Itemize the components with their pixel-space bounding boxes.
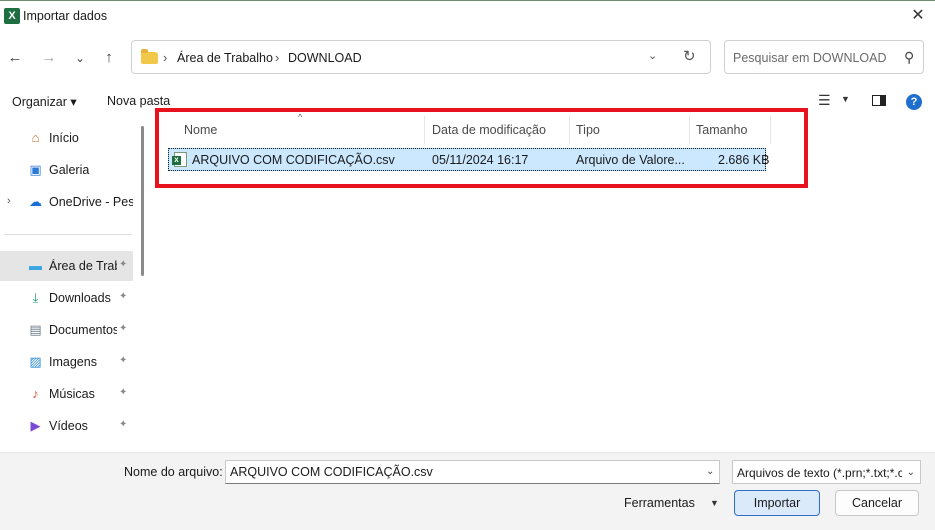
sidebar-item-label: Área de Trabalho (49, 259, 117, 273)
search-input[interactable]: Pesquisar em DOWNLOAD (733, 51, 887, 65)
divider (4, 234, 132, 235)
sort-ascending-icon: ^ (298, 112, 303, 122)
dialog-footer: Nome do arquivo: ARQUIVO COM CODIFICAÇÃO… (0, 452, 935, 530)
onedrive-icon: ☁ (29, 194, 42, 209)
refresh-icon[interactable]: ↻ (683, 47, 696, 65)
close-icon[interactable]: ✕ (907, 5, 929, 27)
file-type-value: Arquivos de texto (*.prn;*.txt;*.csv) (737, 466, 902, 480)
new-folder-button[interactable]: Nova pasta (107, 94, 170, 108)
sidebar-item-label: Imagens (49, 355, 97, 369)
chevron-down-icon[interactable]: ⌄ (648, 49, 657, 62)
chevron-down-icon[interactable]: ⌄ (907, 467, 915, 478)
filename-label: Nome do arquivo: (124, 465, 223, 479)
pin-icon: ✦ (119, 419, 128, 430)
cancel-button[interactable]: Cancelar (835, 490, 919, 516)
column-divider[interactable] (569, 116, 570, 144)
sidebar-item-home[interactable]: ⌂ Início (0, 123, 133, 153)
sidebar-item-label: Músicas (49, 387, 95, 401)
navigation-pane[interactable]: ⌂ Início ▣ Galeria › ☁ OneDrive - Pessoa… (0, 116, 150, 452)
sidebar-item-onedrive[interactable]: › ☁ OneDrive - Pessoal (0, 187, 133, 217)
file-name: ARQUIVO COM CODIFICAÇÃO.csv (192, 153, 395, 167)
file-list[interactable]: ^ Nome Data de modificação Tipo Tamanho … (150, 112, 935, 452)
filename-field[interactable]: ARQUIVO COM CODIFICAÇÃO.csv (225, 460, 720, 484)
search-icon[interactable]: ⚲ (904, 49, 914, 66)
sidebar-item-documents[interactable]: ▤ Documentos ✦ (0, 315, 133, 345)
chevron-right-icon: › (275, 50, 280, 65)
file-size: 2.686 KB (718, 153, 770, 167)
import-button[interactable]: Importar (734, 490, 820, 516)
gallery-icon: ▣ (29, 162, 42, 177)
column-divider[interactable] (424, 116, 425, 144)
pin-icon: ✦ (119, 323, 128, 334)
view-list-icon[interactable]: ☰ (818, 92, 831, 109)
file-modified: 05/11/2024 16:17 (432, 153, 529, 167)
column-header-name[interactable]: Nome (184, 123, 217, 137)
sidebar-item-music[interactable]: ♪ Músicas ✦ (0, 379, 133, 409)
search-box[interactable]: Pesquisar em DOWNLOAD ⚲ (724, 40, 924, 74)
sidebar-item-pictures[interactable]: ▨ Imagens ✦ (0, 347, 133, 377)
chevron-down-icon[interactable]: ▼ (841, 94, 850, 104)
pictures-icon: ▨ (29, 354, 42, 369)
csv-file-icon (172, 152, 187, 167)
chevron-right-icon[interactable]: › (7, 195, 11, 207)
back-arrow-icon[interactable]: ← (5, 48, 25, 68)
sidebar-scrollbar[interactable] (141, 126, 144, 276)
chevron-down-icon[interactable]: ▼ (710, 498, 719, 508)
sidebar-item-downloads[interactable]: ⤓ Downloads ✦ (0, 283, 133, 313)
column-headers: ^ Nome Data de modificação Tipo Tamanho (150, 112, 935, 144)
sidebar-item-label: Vídeos (49, 419, 88, 433)
sidebar-item-label: Downloads (49, 291, 111, 305)
breadcrumb-desktop[interactable]: Área de Trabalho (177, 51, 273, 65)
pin-icon: ✦ (119, 387, 128, 398)
sidebar-item-label: OneDrive - Pessoal (49, 195, 133, 209)
home-icon: ⌂ (31, 130, 40, 145)
forward-arrow-icon[interactable]: → (39, 48, 59, 68)
videos-icon: ▶ (30, 418, 41, 433)
window-title: Importar dados (23, 9, 108, 23)
navigation-bar: ← → ⌄ ↑ › Área de Trabalho › DOWNLOAD ⌄ … (0, 38, 935, 78)
file-type-select[interactable]: Arquivos de texto (*.prn;*.txt;*.csv) ⌄ (732, 460, 921, 484)
pin-icon: ✦ (119, 291, 128, 302)
pin-icon: ✦ (119, 355, 128, 366)
excel-icon: X (4, 8, 20, 24)
address-bar[interactable]: › Área de Trabalho › DOWNLOAD ⌄ ↻ (131, 40, 711, 74)
preview-pane-icon[interactable] (872, 95, 886, 106)
column-header-size[interactable]: Tamanho (696, 123, 747, 137)
file-type: Arquivo de Valore... (576, 153, 685, 167)
pin-icon: ✦ (119, 259, 128, 270)
sidebar-item-label: Documentos (49, 323, 117, 337)
chevron-right-icon: › (163, 50, 168, 65)
column-divider[interactable] (770, 116, 771, 144)
sidebar-item-desktop[interactable]: ▬ Área de Trabalho ✦ (0, 251, 133, 281)
chevron-down-icon[interactable]: ⌄ (706, 466, 714, 477)
sidebar-item-gallery[interactable]: ▣ Galeria (0, 155, 133, 185)
downloads-icon: ⤓ (32, 290, 39, 305)
documents-icon: ▤ (29, 322, 42, 337)
sidebar-item-label: Início (49, 131, 79, 145)
table-row[interactable]: ARQUIVO COM CODIFICAÇÃO.csv 05/11/2024 1… (168, 148, 770, 171)
tools-button[interactable]: Ferramentas (624, 496, 695, 510)
help-icon[interactable]: ? (906, 94, 922, 110)
organize-button[interactable]: Organizar ▾ (12, 94, 77, 109)
sidebar-item-videos[interactable]: ▶ Vídeos ✦ (0, 411, 133, 441)
music-icon: ♪ (32, 386, 39, 401)
column-header-type[interactable]: Tipo (576, 123, 600, 137)
column-header-modified[interactable]: Data de modificação (432, 123, 546, 137)
sidebar-item-label: Galeria (49, 163, 90, 177)
recent-locations-icon[interactable]: ⌄ (70, 48, 90, 68)
desktop-icon: ▬ (29, 258, 42, 273)
breadcrumb-download[interactable]: DOWNLOAD (288, 51, 362, 65)
command-bar: Organizar ▾ Nova pasta ☰ ▼ ? (0, 86, 935, 114)
column-divider[interactable] (689, 116, 690, 144)
title-bar: X Importar dados ✕ (0, 0, 935, 32)
folder-icon (141, 49, 158, 64)
up-arrow-icon[interactable]: ↑ (99, 48, 119, 68)
